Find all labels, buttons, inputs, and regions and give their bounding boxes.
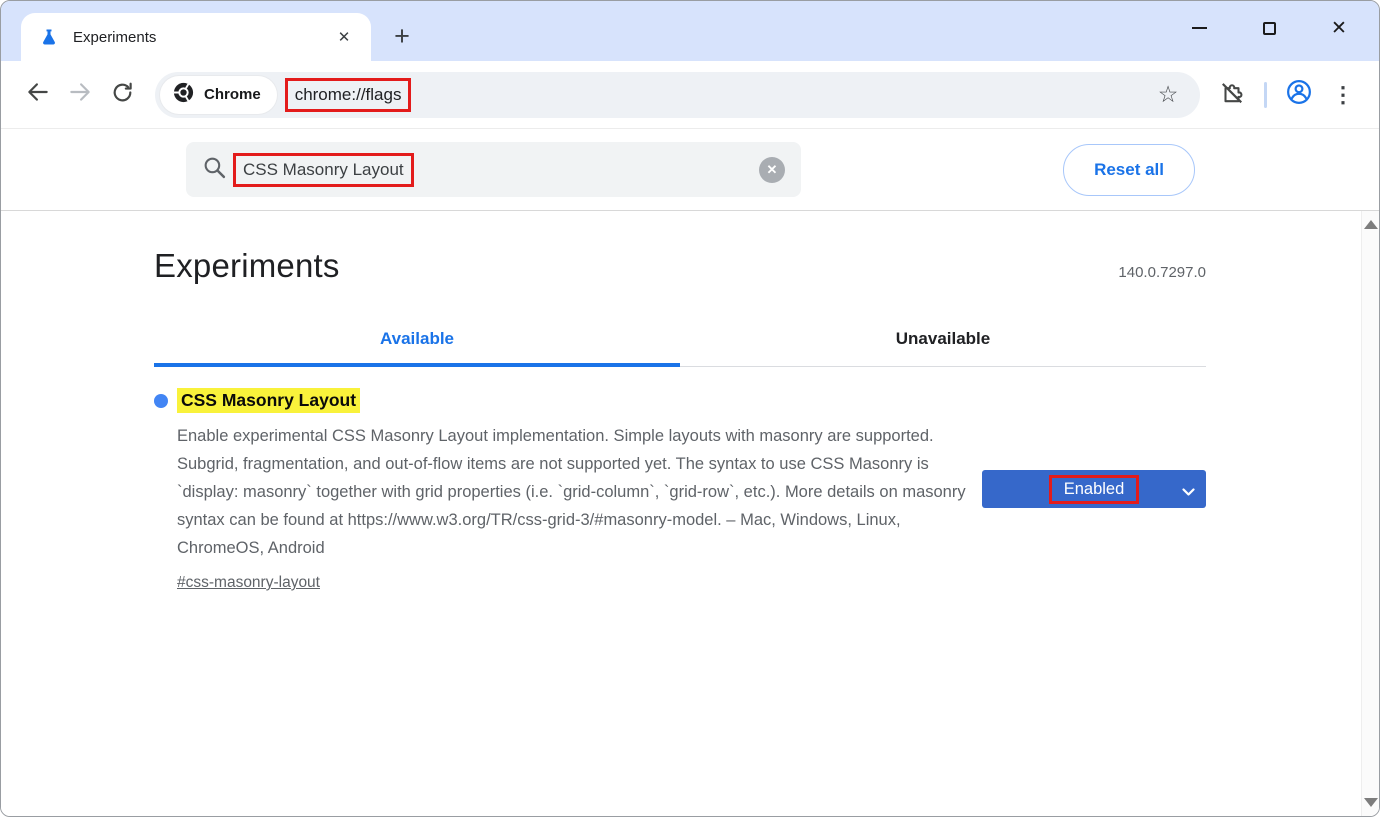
omnibox[interactable]: Chrome chrome://flags ☆	[155, 72, 1200, 118]
plus-icon: +	[394, 21, 410, 52]
flag-row-css-masonry: CSS Masonry Layout Enable experimental C…	[154, 388, 1206, 592]
tab-title: Experiments	[73, 29, 331, 46]
minimize-icon	[1192, 27, 1207, 29]
maximize-icon	[1263, 22, 1276, 35]
chrome-logo-icon	[172, 81, 195, 109]
version-label: 140.0.7297.0	[1118, 264, 1206, 285]
flag-bullet-icon	[154, 394, 168, 408]
reload-icon	[110, 80, 135, 110]
url-text[interactable]: chrome://flags	[288, 81, 409, 109]
tab-strip: Experiments ✕ + ✕	[1, 1, 1379, 61]
forward-button[interactable]	[59, 74, 101, 116]
heading-row: Experiments 140.0.7297.0	[154, 247, 1206, 285]
flag-control: Enabled	[982, 470, 1206, 508]
toolbar-divider	[1264, 82, 1267, 108]
account-circle-icon	[1285, 78, 1313, 111]
magnifier-icon	[202, 155, 227, 185]
browser-window: Experiments ✕ + ✕	[0, 0, 1380, 817]
forward-arrow-icon	[67, 79, 93, 110]
maximize-button[interactable]	[1247, 8, 1291, 48]
extensions-disabled-button[interactable]	[1210, 73, 1254, 117]
flask-icon	[39, 27, 59, 47]
chrome-chip[interactable]: Chrome	[160, 76, 277, 114]
close-icon: ✕	[1331, 19, 1347, 38]
flag-permalink-link[interactable]: #css-masonry-layout	[177, 574, 320, 592]
chip-label: Chrome	[204, 86, 261, 103]
flag-description: Enable experimental CSS Masonry Layout i…	[177, 422, 977, 562]
flags-tabs: Available Unavailable	[154, 319, 1206, 367]
reset-all-button[interactable]: Reset all	[1063, 144, 1195, 196]
extensions-disabled-icon	[1219, 79, 1245, 110]
menu-button[interactable]: ⋮	[1321, 73, 1365, 117]
scrollbar[interactable]	[1361, 211, 1379, 816]
reload-button[interactable]	[101, 74, 143, 116]
annotation-box-url: chrome://flags	[285, 78, 412, 112]
chevron-down-icon	[1182, 484, 1195, 502]
flag-title: CSS Masonry Layout	[177, 388, 360, 413]
search-box[interactable]: CSS Masonry Layout ✕	[186, 142, 801, 197]
clear-icon: ✕	[767, 162, 778, 178]
scroll-up-icon[interactable]	[1364, 220, 1378, 229]
flag-main: CSS Masonry Layout Enable experimental C…	[154, 388, 966, 592]
close-window-button[interactable]: ✕	[1317, 8, 1361, 48]
window-controls: ✕	[1177, 1, 1361, 55]
profile-button[interactable]	[1277, 73, 1321, 117]
browser-toolbar: Chrome chrome://flags ☆	[1, 61, 1379, 129]
tab-available[interactable]: Available	[154, 319, 680, 367]
star-icon: ☆	[1158, 81, 1179, 108]
new-tab-button[interactable]: +	[385, 19, 419, 53]
annotation-box-search: CSS Masonry Layout	[233, 153, 414, 187]
annotation-box-select: Enabled	[1049, 475, 1140, 504]
minimize-button[interactable]	[1177, 8, 1221, 48]
browser-tab-experiments[interactable]: Experiments ✕	[21, 13, 371, 61]
flag-select-dropdown[interactable]: Enabled	[982, 470, 1206, 508]
page-title: Experiments	[154, 247, 340, 285]
back-button[interactable]	[17, 74, 59, 116]
close-tab-button[interactable]: ✕	[331, 24, 357, 50]
flag-title-line: CSS Masonry Layout	[154, 388, 966, 413]
bookmark-button[interactable]: ☆	[1150, 77, 1186, 113]
content-inner: Experiments 140.0.7297.0 Available Unava…	[154, 247, 1206, 592]
flags-content: Experiments 140.0.7297.0 Available Unava…	[1, 211, 1379, 816]
back-arrow-icon	[25, 79, 51, 110]
kebab-menu-icon: ⋮	[1332, 82, 1354, 108]
scroll-down-icon[interactable]	[1364, 798, 1378, 807]
close-icon: ✕	[338, 28, 351, 46]
clear-search-button[interactable]: ✕	[759, 157, 785, 183]
search-input-value[interactable]: CSS Masonry Layout	[236, 156, 411, 184]
flags-search-header: CSS Masonry Layout ✕ Reset all	[1, 129, 1379, 211]
tab-unavailable[interactable]: Unavailable	[680, 319, 1206, 367]
select-value: Enabled	[1052, 478, 1137, 501]
